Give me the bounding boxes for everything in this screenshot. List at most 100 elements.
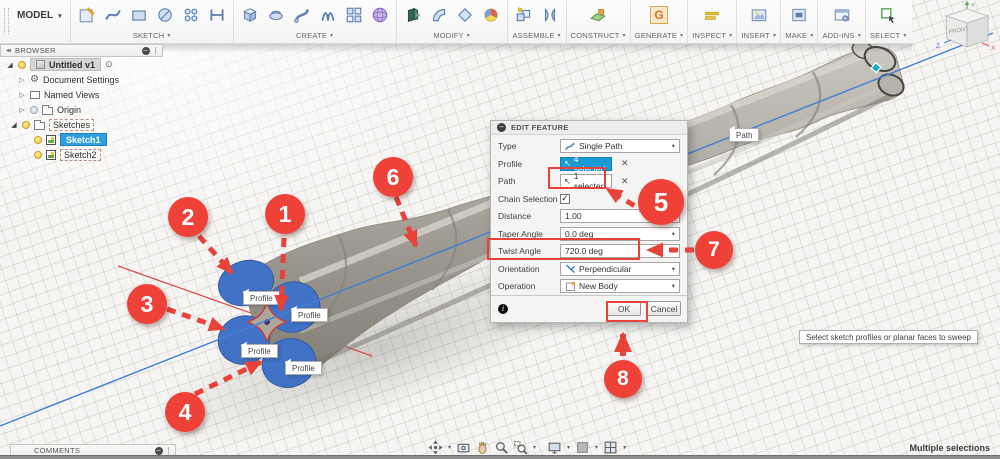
prompt-tooltip: Select sketch profiles or planar faces t… xyxy=(799,330,978,344)
view-cube[interactable]: FRONT Y Z X xyxy=(930,0,1000,58)
dialog-handle-icon[interactable]: – xyxy=(497,122,506,132)
pattern-icon[interactable] xyxy=(342,3,366,27)
zoom-window-icon[interactable] xyxy=(513,440,528,455)
tree-item-document-settings[interactable]: ▷ ⚙ Document Settings xyxy=(0,72,119,87)
dialog-footer: i OK Cancel xyxy=(491,295,687,322)
panel-options-icon[interactable]: – xyxy=(141,46,150,55)
chevron-down-icon: ▾ xyxy=(680,33,684,39)
operation-dropdown[interactable]: New Body ▾ xyxy=(560,279,680,294)
revolve-icon[interactable] xyxy=(264,3,288,27)
select-menu-button[interactable]: SELECT ▾ xyxy=(870,31,907,40)
browser-panel-header[interactable]: ◂◂ BROWSER – | xyxy=(0,44,163,57)
box-icon[interactable] xyxy=(238,3,262,27)
dialog-header[interactable]: – EDIT FEATURE xyxy=(491,121,687,135)
joint-icon[interactable] xyxy=(538,3,562,27)
document-title[interactable]: Untitled v1 xyxy=(49,60,95,70)
shell-icon[interactable] xyxy=(453,3,477,27)
visibility-bulb-icon[interactable] xyxy=(22,120,30,129)
construction-plane-icon[interactable] xyxy=(586,3,610,27)
clear-path-icon[interactable]: ✕ xyxy=(621,176,629,187)
display-settings-icon[interactable] xyxy=(547,440,562,455)
tree-item-sketches-folder[interactable]: ◢ Sketches xyxy=(0,117,119,132)
create-menu-button[interactable]: CREATE ▾ xyxy=(296,31,333,40)
visibility-bulb-icon[interactable] xyxy=(18,60,26,69)
circle-tool-icon[interactable] xyxy=(153,3,177,27)
insert-menu-button[interactable]: INSERT ▾ xyxy=(741,31,776,40)
grid-display-icon[interactable] xyxy=(575,440,590,455)
toolbar-group-addins: ADD-INS ▾ xyxy=(817,0,864,43)
cancel-button[interactable]: Cancel xyxy=(647,301,681,316)
construct-menu-button[interactable]: CONSTRUCT ▾ xyxy=(571,31,626,40)
fusion360-window: FRONT Y Z X MODEL ▾ SKETCH ▾ CREATE ▾ MO… xyxy=(0,0,1000,459)
viewports-icon[interactable] xyxy=(603,440,618,455)
annotation-marker-3: 3 xyxy=(127,284,167,324)
type-dropdown[interactable]: Single Path ▾ xyxy=(560,139,680,154)
make-3dprint-icon[interactable] xyxy=(787,3,811,27)
toolbar-grip-handle[interactable] xyxy=(4,8,9,34)
collapse-arrow-icon[interactable]: ▷ xyxy=(18,91,26,99)
activate-component-icon[interactable]: ⊙ xyxy=(105,59,113,70)
addins-menu-button[interactable]: ADD-INS ▾ xyxy=(822,31,860,40)
assemble-menu-button[interactable]: ASSEMBLE ▾ xyxy=(512,31,560,40)
rectangle-tool-icon[interactable] xyxy=(127,3,151,27)
chevron-down-icon[interactable]: ▾ xyxy=(533,444,536,451)
create-form-icon[interactable] xyxy=(368,3,392,27)
measure-icon[interactable] xyxy=(700,3,724,27)
chevron-down-icon[interactable]: ▾ xyxy=(623,444,626,451)
create-sketch-icon[interactable] xyxy=(75,3,99,27)
chain-selection-checkbox[interactable]: ✓ xyxy=(560,193,570,204)
toolbar-group-make: MAKE ▾ xyxy=(780,0,817,43)
chevron-down-icon[interactable]: ▾ xyxy=(567,444,570,451)
tree-item-sketch2[interactable]: Sketch2 xyxy=(0,147,119,162)
tree-item-origin[interactable]: ▷ Origin xyxy=(0,102,119,117)
zoom-icon[interactable] xyxy=(494,440,509,455)
make-menu-button[interactable]: MAKE ▾ xyxy=(785,31,813,40)
profile-tooltip-1: Profile xyxy=(243,291,280,305)
top-toolbar: MODEL ▾ SKETCH ▾ CREATE ▾ MODIFY ▾ ASSEM… xyxy=(0,0,912,44)
workspace-switcher-button[interactable]: MODEL ▾ xyxy=(11,0,70,43)
fillet-icon[interactable] xyxy=(427,3,451,27)
perpendicular-icon xyxy=(565,263,576,274)
chevron-down-icon: ▾ xyxy=(671,283,675,291)
expand-arrow-icon[interactable]: ◢ xyxy=(10,121,18,129)
annotation-marker-6: 6 xyxy=(373,157,413,197)
new-component-icon[interactable] xyxy=(512,3,536,27)
expand-arrow-icon[interactable]: ◢ xyxy=(6,61,14,69)
chevron-down-icon[interactable]: ▾ xyxy=(595,444,598,451)
selected-sketch-label[interactable]: Sketch1 xyxy=(60,133,107,146)
visibility-bulb-icon[interactable] xyxy=(30,105,38,114)
sketch-dimension-icon[interactable] xyxy=(205,3,229,27)
look-at-icon[interactable] xyxy=(456,440,471,455)
modify-menu-button[interactable]: MODIFY ▾ xyxy=(433,31,470,40)
select-cursor-icon[interactable] xyxy=(876,3,900,27)
orbit-icon[interactable] xyxy=(428,440,443,455)
sweep-icon[interactable] xyxy=(290,3,314,27)
press-pull-icon[interactable] xyxy=(401,3,425,27)
generate-icon[interactable]: G xyxy=(647,3,671,27)
chevron-down-icon[interactable]: ▾ xyxy=(448,444,451,451)
generate-menu-button[interactable]: GENERATE ▾ xyxy=(635,31,684,40)
sketch-menu-button[interactable]: SKETCH ▾ xyxy=(133,31,171,40)
collapse-panel-icon[interactable]: ◂◂ xyxy=(6,47,11,54)
clear-profile-icon[interactable]: ✕ xyxy=(621,158,629,169)
tree-item-sketch1[interactable]: Sketch1 xyxy=(0,132,119,147)
orientation-dropdown[interactable]: Perpendicular ▾ xyxy=(560,261,680,276)
panel-options-icon[interactable]: – xyxy=(154,446,163,455)
spline-icon[interactable] xyxy=(101,3,125,27)
collapse-arrow-icon[interactable]: ▷ xyxy=(18,76,26,84)
sketch-pattern-icon[interactable] xyxy=(179,3,203,27)
visibility-bulb-icon[interactable] xyxy=(34,150,42,159)
inspect-menu-button[interactable]: INSPECT ▾ xyxy=(692,31,732,40)
tree-item-root-component[interactable]: ◢ Untitled v1 ⊙ xyxy=(0,57,119,72)
info-icon[interactable]: i xyxy=(498,303,508,314)
tree-item-named-views[interactable]: ▷ Named Views xyxy=(0,87,119,102)
appearance-icon[interactable] xyxy=(479,3,503,27)
loft-icon[interactable] xyxy=(316,3,340,27)
panel-divider: | xyxy=(167,446,170,455)
collapse-arrow-icon[interactable]: ▷ xyxy=(18,106,26,114)
pan-hand-icon[interactable] xyxy=(475,440,490,455)
visibility-bulb-icon[interactable] xyxy=(34,135,42,144)
annotation-box-twist-angle xyxy=(487,238,640,260)
insert-image-icon[interactable] xyxy=(747,3,771,27)
addins-icon[interactable] xyxy=(830,3,854,27)
